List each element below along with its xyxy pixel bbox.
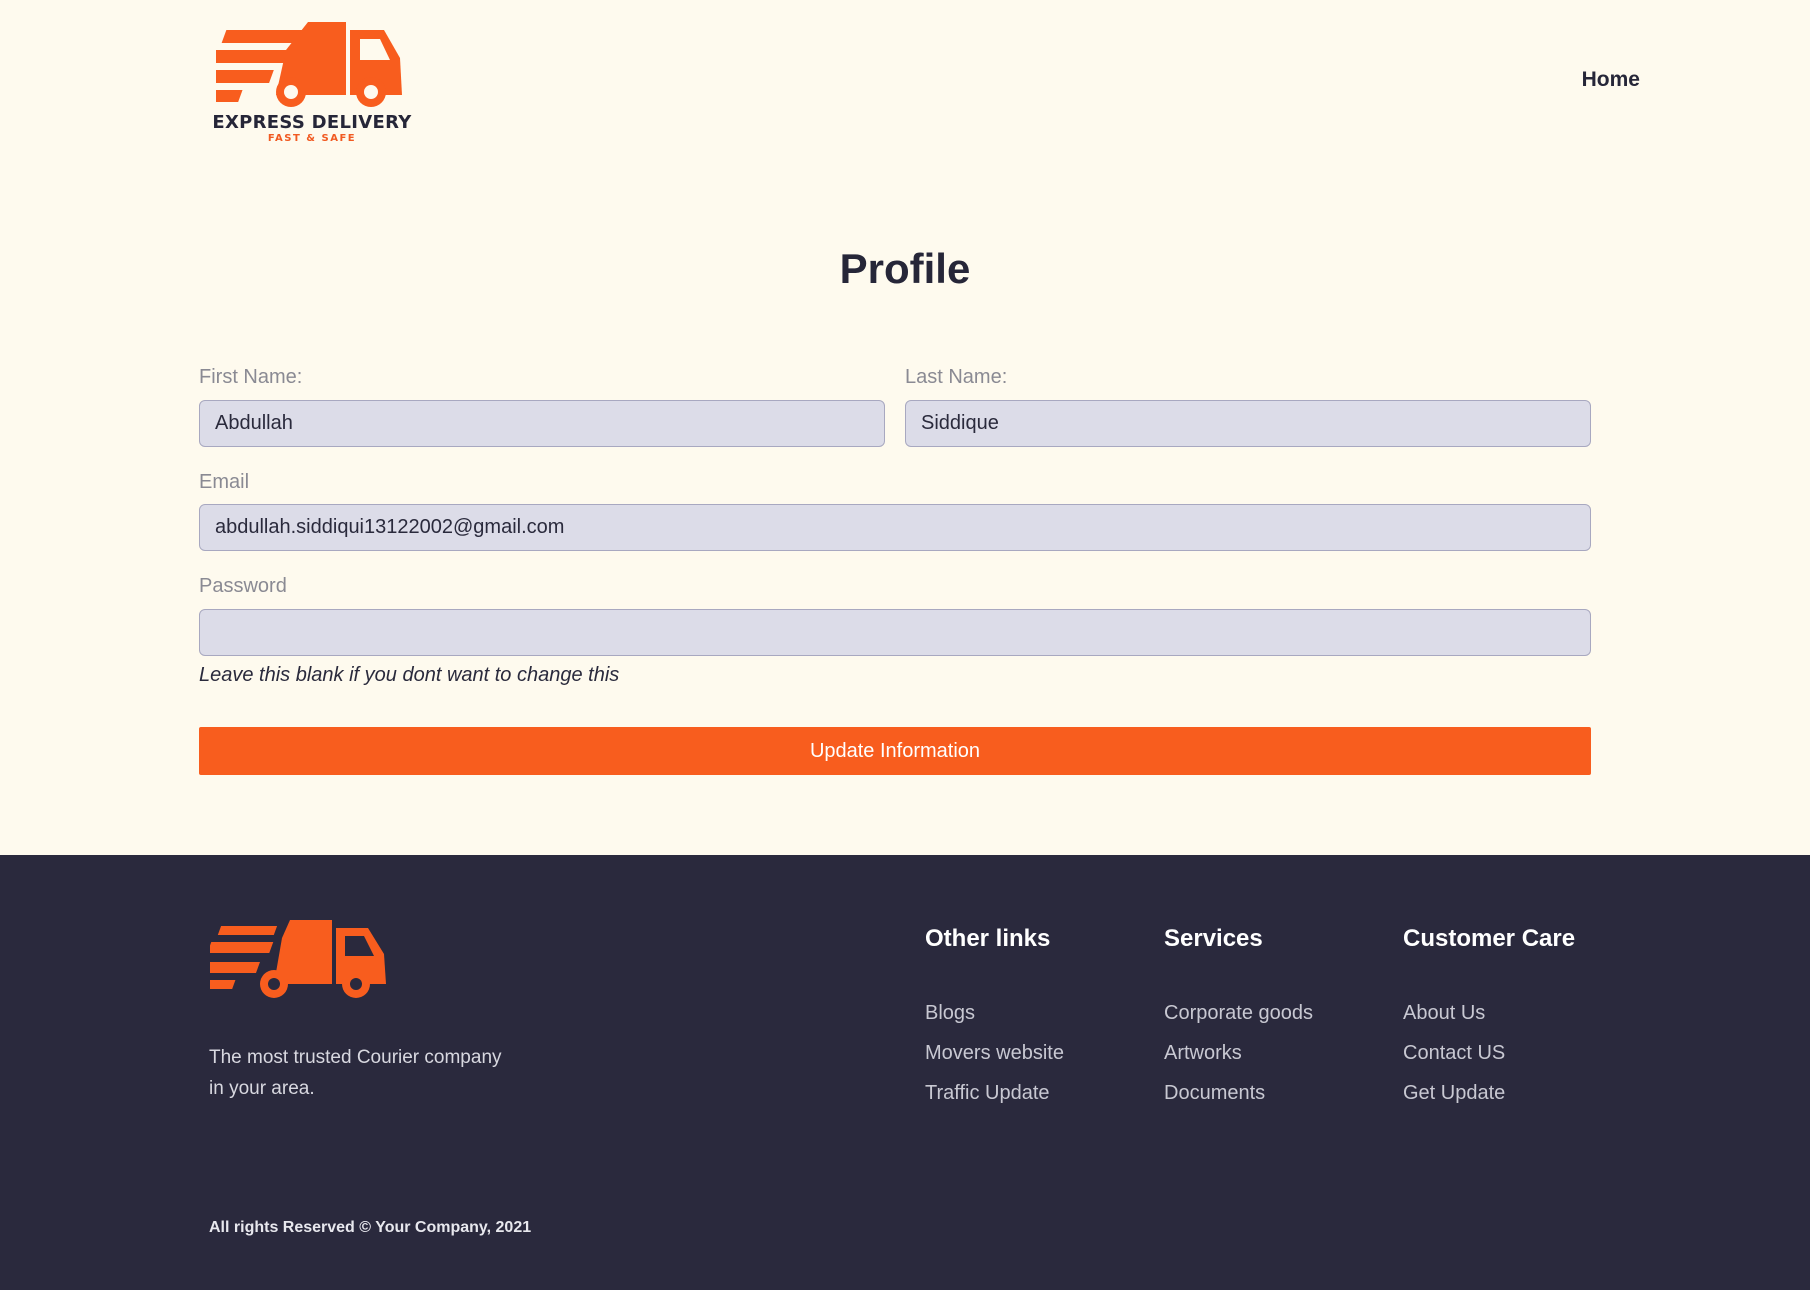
footer-link-blogs[interactable]: Blogs xyxy=(925,997,1064,1037)
footer-column-other-links: Other links Blogs Movers website Traffic… xyxy=(925,925,1064,1117)
footer-tagline: The most trusted Courier company in your… xyxy=(209,1047,502,1099)
nav-home-link[interactable]: Home xyxy=(1500,68,1640,92)
copyright-text: All rights Reserved © Your Company, 2021 xyxy=(209,1219,532,1236)
footer-link-traffic-update[interactable]: Traffic Update xyxy=(925,1077,1064,1117)
delivery-truck-icon xyxy=(216,22,402,107)
first-name-label: First Name: xyxy=(199,366,303,388)
update-information-button[interactable]: Update Information xyxy=(199,727,1591,775)
footer-link-contact-us[interactable]: Contact US xyxy=(1403,1037,1575,1077)
last-name-label: Last Name: xyxy=(905,366,1008,388)
password-label: Password xyxy=(199,575,287,597)
page-title: Profile xyxy=(839,245,971,292)
email-label: Email xyxy=(199,471,250,493)
email-input[interactable] xyxy=(199,504,1591,551)
password-hint: Leave this blank if you dont want to cha… xyxy=(199,664,620,686)
footer-link-movers-website[interactable]: Movers website xyxy=(925,1037,1064,1077)
first-name-input[interactable] xyxy=(199,400,885,447)
site-footer: The most trusted Courier company in your… xyxy=(0,855,1810,1290)
footer-link-get-update[interactable]: Get Update xyxy=(1403,1077,1575,1117)
footer-link-documents[interactable]: Documents xyxy=(1164,1077,1313,1117)
brand-logo[interactable]: EXPRESS DELIVERY FAST & SAFE xyxy=(208,20,418,150)
last-name-input[interactable] xyxy=(905,400,1591,447)
footer-column-customer-care: Customer Care About Us Contact US Get Up… xyxy=(1403,925,1575,1117)
footer-link-artworks[interactable]: Artworks xyxy=(1164,1037,1313,1077)
footer-link-corporate-goods[interactable]: Corporate goods xyxy=(1164,997,1313,1037)
site-header: EXPRESS DELIVERY FAST & SAFE Home xyxy=(0,0,1810,180)
brand-tagline: FAST & SAFE xyxy=(267,133,357,144)
footer-column-title: Other links xyxy=(925,925,1051,952)
password-input[interactable] xyxy=(199,609,1591,656)
footer-column-title: Customer Care xyxy=(1403,925,1576,952)
footer-column-title: Services xyxy=(1164,925,1263,952)
footer-column-services: Services Corporate goods Artworks Docume… xyxy=(1164,925,1313,1117)
footer-link-about-us[interactable]: About Us xyxy=(1403,997,1575,1037)
delivery-truck-icon xyxy=(210,920,386,998)
brand-name: EXPRESS DELIVERY xyxy=(212,112,412,133)
